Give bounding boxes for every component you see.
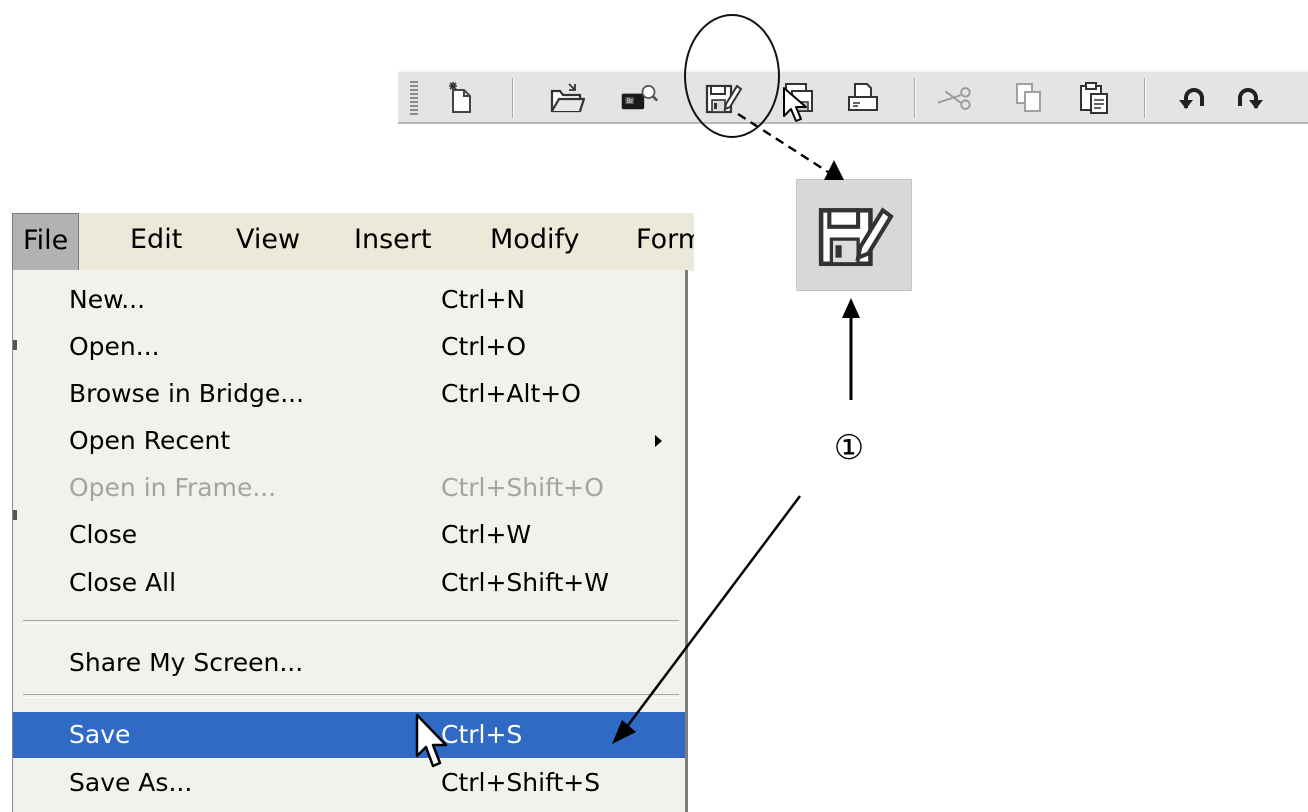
arrow-head-icon <box>824 160 844 180</box>
menu-item-shortcut: Ctrl+Shift+S <box>441 768 601 797</box>
menu-item-label: Open... <box>69 332 160 361</box>
menu-view[interactable]: View <box>226 213 310 271</box>
toolbar-separator <box>512 78 514 118</box>
enlarged-save-icon-panel <box>796 179 912 291</box>
step-marker: ① <box>833 428 865 468</box>
menu-item-open[interactable]: Open... Ctrl+O <box>13 324 685 370</box>
menu-bar: File Edit View Insert Modify Format <box>12 212 694 271</box>
menu-item-label: Browse in Bridge... <box>69 379 305 408</box>
menu-item-label: Share My Screen... <box>69 648 304 677</box>
file-menu-dropdown: New... Ctrl+N Open... Ctrl+O Browse in B… <box>12 270 688 812</box>
copy-button[interactable] <box>1010 80 1048 116</box>
new-document-icon <box>449 82 471 113</box>
menu-item-label: Open Recent <box>69 426 231 455</box>
mouse-pointer-icon <box>783 87 807 122</box>
menu-item-shortcut: Ctrl+Alt+O <box>441 379 581 408</box>
standard-toolbar: Br <box>398 70 1308 124</box>
menu-item-label: New... <box>69 285 146 314</box>
submenu-arrow-icon <box>655 435 662 447</box>
bridge-icon: Br <box>621 85 658 110</box>
mouse-pointer-icon <box>415 713 448 768</box>
highlight-circle <box>684 14 780 138</box>
menu-item-shortcut: Ctrl+S <box>441 720 523 749</box>
save-icon <box>818 207 894 267</box>
menu-separator <box>23 694 679 698</box>
arrow-head-icon <box>842 298 860 318</box>
menu-item-browse-in-bridge[interactable]: Browse in Bridge... Ctrl+Alt+O <box>13 371 685 417</box>
menu-format[interactable]: Format <box>626 213 694 271</box>
redo-button[interactable] <box>1230 80 1268 116</box>
menu-item-shortcut: Ctrl+Shift+O <box>441 473 604 502</box>
menu-separator <box>23 620 679 624</box>
undo-icon <box>1179 88 1204 109</box>
menu-item-shortcut: Ctrl+W <box>441 520 532 549</box>
menu-item-shortcut: Ctrl+N <box>441 285 526 314</box>
cut-button[interactable] <box>936 80 974 116</box>
toolbar-separator <box>1144 78 1146 118</box>
menu-item-label: Open in Frame... <box>69 473 277 502</box>
menu-file[interactable]: File <box>12 213 80 271</box>
menu-insert[interactable]: Insert <box>344 213 441 271</box>
menu-item-close-all[interactable]: Close All Ctrl+Shift+W <box>13 560 685 606</box>
svg-text:Br: Br <box>627 98 634 105</box>
paste-icon <box>1080 82 1108 114</box>
redo-icon <box>1238 88 1263 109</box>
undo-button[interactable] <box>1174 80 1212 116</box>
paste-button[interactable] <box>1076 80 1114 116</box>
menu-item-shortcut: Ctrl+O <box>441 332 527 361</box>
menu-modify[interactable]: Modify <box>480 213 589 271</box>
menu-item-label: Close <box>69 520 138 549</box>
menu-item-share-my-screen[interactable]: Share My Screen... <box>13 640 685 686</box>
open-folder-icon <box>550 83 585 113</box>
copy-icon <box>1016 83 1041 112</box>
menu-item-new[interactable]: New... Ctrl+N <box>13 277 685 323</box>
menu-item-open-recent[interactable]: Open Recent <box>13 418 685 464</box>
menu-item-label: Save As... <box>69 768 193 797</box>
menu-edit[interactable]: Edit <box>120 213 192 271</box>
menu-item-close[interactable]: Close Ctrl+W <box>13 512 685 558</box>
new-document-button[interactable] <box>442 80 480 116</box>
print-button[interactable] <box>844 80 882 116</box>
open-button[interactable] <box>548 80 586 116</box>
menu-item-save[interactable]: Save Ctrl+S <box>13 712 685 758</box>
menu-item-open-in-frame: Open in Frame... Ctrl+Shift+O <box>13 465 685 511</box>
menu-item-label: Save <box>69 720 131 749</box>
menu-item-label: Close All <box>69 568 177 597</box>
menu-item-shortcut: Ctrl+Shift+W <box>441 568 609 597</box>
browse-in-bridge-button[interactable]: Br <box>620 80 658 116</box>
toolbar-grip[interactable] <box>410 81 418 115</box>
print-icon <box>848 83 878 111</box>
toolbar-separator <box>914 78 916 118</box>
menu-item-save-as[interactable]: Save As... Ctrl+Shift+S <box>13 760 685 806</box>
scissors-icon <box>937 87 971 110</box>
